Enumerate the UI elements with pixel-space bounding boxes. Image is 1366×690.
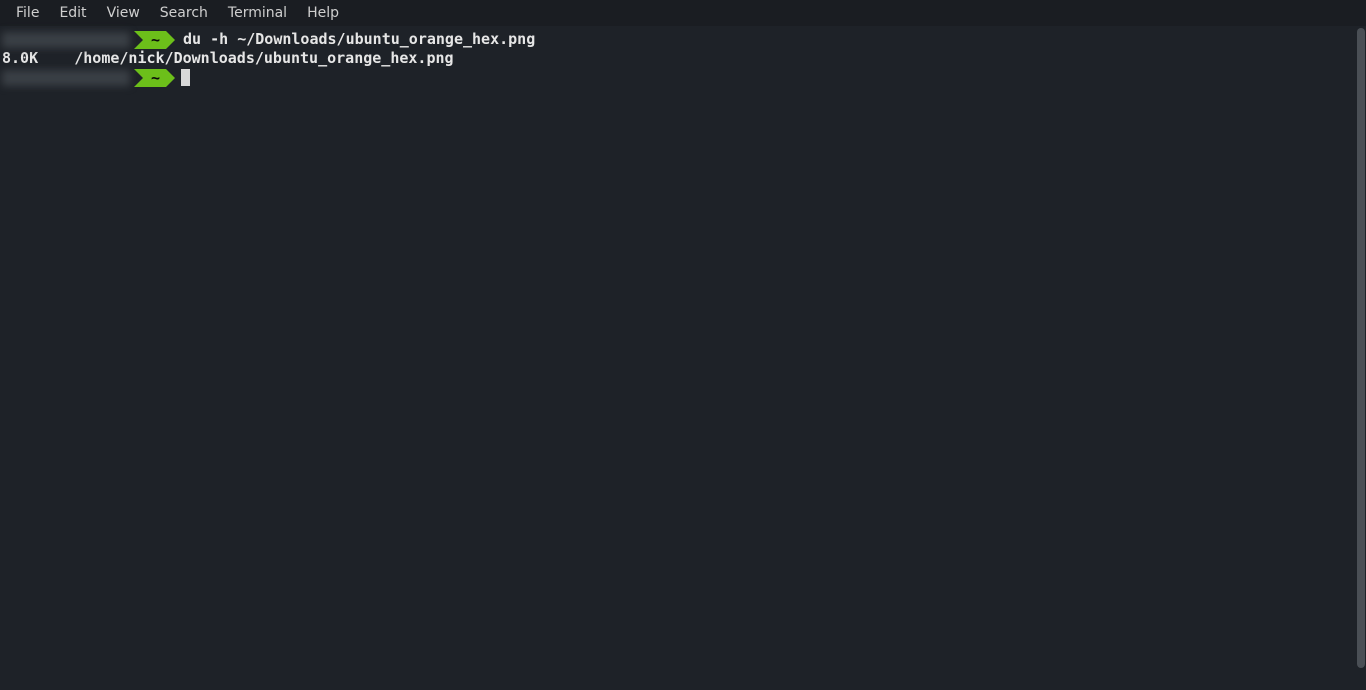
prompt-arrow-out-icon	[166, 69, 175, 87]
prompt-arrow-out-icon	[166, 31, 175, 49]
menu-view[interactable]: View	[97, 2, 150, 24]
prompt-segment: ~	[134, 31, 175, 49]
terminal-line-command: ~ du -h ~/Downloads/ubuntu_orange_hex.pn…	[0, 30, 1366, 49]
command-text: du -h ~/Downloads/ubuntu_orange_hex.png	[183, 30, 535, 49]
menu-search[interactable]: Search	[150, 2, 218, 24]
menu-file[interactable]: File	[6, 2, 49, 24]
output-text: 8.0K /home/nick/Downloads/ubuntu_orange_…	[2, 49, 454, 68]
prompt-segment: ~	[134, 69, 175, 87]
menubar: File Edit View Search Terminal Help	[0, 0, 1366, 26]
terminal-line-prompt: ~	[0, 68, 1366, 87]
hostname-redacted	[2, 70, 130, 86]
prompt-dir: ~	[143, 31, 166, 49]
menu-help[interactable]: Help	[297, 2, 349, 24]
prompt-arrow-in-icon	[134, 31, 143, 49]
menu-edit[interactable]: Edit	[49, 2, 96, 24]
cursor-icon	[181, 69, 190, 86]
prompt-arrow-in-icon	[134, 69, 143, 87]
menu-terminal[interactable]: Terminal	[218, 2, 297, 24]
scrollbar-thumb[interactable]	[1357, 28, 1365, 668]
terminal-line-output: 8.0K /home/nick/Downloads/ubuntu_orange_…	[0, 49, 1366, 68]
scrollbar[interactable]	[1356, 26, 1366, 690]
hostname-redacted	[2, 32, 130, 48]
prompt-dir: ~	[143, 69, 166, 87]
terminal-area[interactable]: ~ du -h ~/Downloads/ubuntu_orange_hex.pn…	[0, 26, 1366, 690]
